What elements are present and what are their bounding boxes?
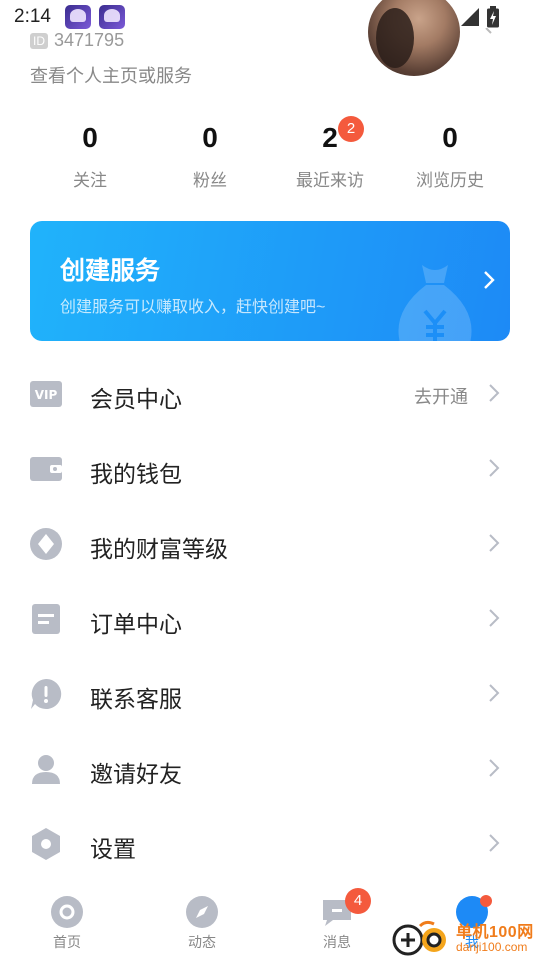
watermark-logo — [392, 920, 446, 956]
visitor-count-badge: 2 — [338, 116, 364, 142]
message-count-badge: 4 — [345, 888, 371, 914]
create-service-banner[interactable]: 创建服务 创建服务可以赚取收入，赶快创建吧~ — [30, 221, 510, 341]
profile-chevron-icon — [484, 22, 494, 43]
app-notification-icon — [98, 5, 125, 29]
activate-link[interactable]: 去开通 — [414, 383, 468, 409]
watermark-url: danji100.com — [456, 940, 528, 954]
banner-title: 创建服务 — [60, 257, 161, 285]
nav-label: 动态 — [188, 934, 216, 950]
menu-label: 会员中心 — [90, 386, 182, 412]
stat-value: 0 — [82, 122, 98, 153]
menu-item-wallet[interactable]: 我的钱包 — [0, 431, 540, 506]
menu-label: 邀请好友 — [90, 761, 182, 787]
nav-messages[interactable]: 4 消息 — [297, 888, 377, 952]
menu-item-order-center[interactable]: 订单中心 — [0, 581, 540, 656]
chevron-right-icon — [489, 684, 500, 702]
chevron-right-icon — [489, 834, 500, 852]
stat-label: 浏览历史 — [416, 171, 484, 190]
menu-item-customer-service[interactable]: 联系客服 — [0, 656, 540, 731]
diamond-icon — [30, 528, 62, 560]
app-notification-icon — [64, 5, 91, 29]
chevron-right-icon — [489, 759, 500, 777]
view-profile-link[interactable]: 查看个人主页或服务 — [30, 62, 192, 88]
stat-value: 0 — [202, 122, 218, 153]
order-icon — [30, 603, 62, 635]
chevron-right-icon — [489, 459, 500, 477]
stat-label: 关注 — [73, 171, 107, 190]
notification-dot — [480, 895, 492, 907]
stats-row: 0 关注 0 粉丝 2 2 最近来访 0 浏览历史 — [30, 116, 510, 191]
settings-menu: VIP 会员中心 去开通 我的钱包 我的财富等级 订单中心 联系客服 邀请好友 … — [0, 356, 540, 881]
chevron-right-icon — [489, 534, 500, 552]
menu-label: 订单中心 — [90, 611, 182, 637]
menu-label: 设置 — [90, 836, 136, 862]
money-bag-icon — [398, 265, 472, 341]
compass-icon — [186, 896, 218, 928]
menu-item-wealth-level[interactable]: 我的财富等级 — [0, 506, 540, 581]
menu-item-invite-friends[interactable]: 邀请好友 — [0, 731, 540, 806]
stat-label: 最近来访 — [296, 171, 364, 190]
home-icon — [51, 896, 83, 928]
stat-browse-history[interactable]: 0 浏览历史 — [390, 120, 510, 191]
chevron-right-icon — [489, 384, 500, 402]
settings-icon — [30, 828, 62, 860]
stat-value: 0 — [442, 122, 458, 153]
user-id-row: ID 3471795 — [30, 30, 124, 51]
menu-label: 联系客服 — [90, 686, 182, 712]
status-time: 2:14 — [14, 6, 51, 27]
cellular-signal-icon — [460, 7, 480, 27]
chevron-right-icon — [484, 271, 495, 289]
nav-label: 消息 — [323, 934, 351, 950]
stat-followers[interactable]: 0 粉丝 — [150, 120, 270, 191]
user-icon — [30, 753, 62, 785]
menu-item-settings[interactable]: 设置 — [0, 806, 540, 881]
nav-moments[interactable]: 动态 — [162, 896, 242, 952]
avatar[interactable] — [368, 0, 460, 76]
customer-service-icon — [30, 678, 62, 710]
wallet-icon — [30, 453, 62, 485]
stat-value: 2 — [322, 122, 338, 153]
svg-text:VIP: VIP — [35, 388, 58, 402]
stat-recent-visitors[interactable]: 2 2 最近来访 — [270, 116, 390, 191]
menu-label: 我的钱包 — [90, 461, 182, 487]
nav-label: 首页 — [53, 934, 81, 950]
menu-item-vip-center[interactable]: VIP 会员中心 去开通 — [0, 356, 540, 431]
watermark-title: 单机100网 — [456, 924, 534, 941]
menu-label: 我的财富等级 — [90, 536, 228, 562]
user-id-value: 3471795 — [54, 30, 125, 50]
nav-home[interactable]: 首页 — [27, 896, 107, 952]
stat-label: 粉丝 — [193, 171, 227, 190]
site-watermark: 单机100网 danji100.com — [390, 918, 540, 960]
chevron-right-icon — [489, 609, 500, 627]
id-tag: ID — [30, 32, 48, 49]
vip-icon: VIP — [30, 378, 62, 410]
stat-following[interactable]: 0 关注 — [30, 120, 150, 191]
banner-subtitle: 创建服务可以赚取收入，赶快创建吧~ — [60, 299, 326, 316]
